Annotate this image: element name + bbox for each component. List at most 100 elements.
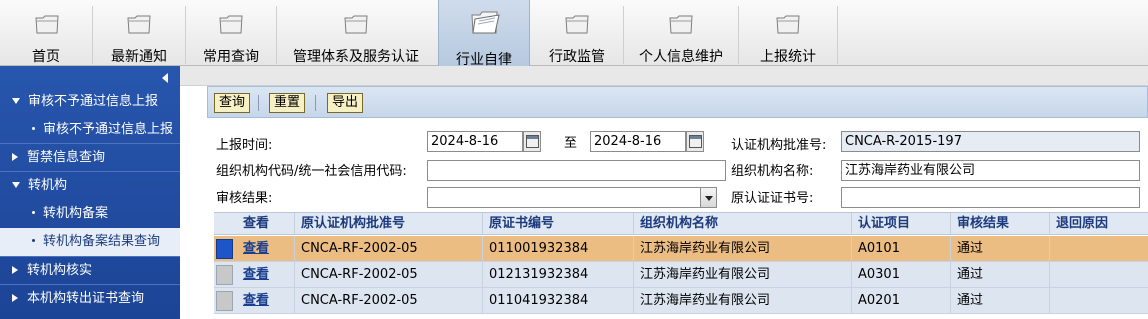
column-header[interactable]: 原证书编号 — [483, 213, 634, 235]
folder-icon — [127, 15, 151, 34]
cell-org-name: 江苏海岸药业有限公司 — [634, 236, 852, 261]
nav-latest-notices[interactable]: 最新通知 — [93, 0, 185, 66]
cell-project: A0301 — [852, 262, 951, 287]
review-result-select[interactable] — [427, 187, 702, 208]
sidebar-group-outgoing-cert-query[interactable]: 本机构转出证书查询 — [0, 285, 180, 313]
cell-reason — [1050, 262, 1148, 287]
results-grid: 查看 原认证机构批准号 原证书编号 组织机构名称 认证项目 审核结果 退回原因 … — [214, 212, 1148, 319]
nav-personal-info[interactable]: 个人信息维护 — [624, 0, 738, 66]
folder-icon — [776, 15, 800, 34]
cell-orig-approval: CNCA-RF-2002-05 — [295, 288, 483, 313]
date-from-input[interactable]: 2024-8-16 — [427, 131, 523, 152]
cell-cert-no: 012131932384 — [483, 262, 634, 287]
calendar-icon — [689, 135, 702, 148]
cell-reason — [1050, 236, 1148, 261]
sidebar-item-label: 转机构备案 — [43, 206, 109, 221]
date-from-calendar-button[interactable] — [523, 131, 541, 152]
sidebar-item-label: 转机构核实 — [27, 263, 93, 278]
row-selector[interactable] — [216, 239, 233, 259]
nav-common-query[interactable]: 常用查询 — [186, 0, 276, 66]
folder-icon — [344, 15, 368, 34]
view-link[interactable]: 查看 — [237, 262, 295, 287]
grid-header: 查看 原认证机构批准号 原证书编号 组织机构名称 认证项目 审核结果 退回原因 — [214, 212, 1148, 235]
org-name-label: 组织机构名称: — [731, 164, 814, 179]
nav-label: 最新通知 — [111, 49, 167, 65]
folder-open-icon — [471, 11, 500, 34]
collapsed-triangle-icon — [12, 153, 18, 161]
sidebar-group-transfer-verify[interactable]: 转机构核实 — [0, 257, 180, 285]
column-header[interactable]: 退回原因 — [1050, 213, 1148, 235]
approval-no-label: 认证机构批准号: — [731, 138, 827, 153]
sidebar-item-transfer-filing[interactable]: 转机构备案 — [0, 200, 180, 228]
column-header[interactable]: 组织机构名称 — [634, 213, 852, 235]
nav-label: 首页 — [32, 49, 60, 65]
folder-icon — [35, 15, 59, 34]
cell-cert-no: 011001932384 — [483, 236, 634, 261]
cell-result: 通过 — [951, 236, 1050, 261]
query-button[interactable]: 查询 — [214, 93, 251, 113]
folder-icon — [219, 15, 243, 34]
sidebar-item-label: 审核不予通过信息上报 — [43, 122, 174, 137]
column-header[interactable]: 认证项目 — [852, 213, 951, 235]
sidebar-group-suspension-query[interactable]: 暂禁信息查询 — [0, 144, 180, 172]
date-to-input[interactable]: 2024-8-16 — [590, 131, 686, 152]
review-result-label: 审核结果: — [216, 191, 273, 206]
sidebar-item-label: 本机构转出证书查询 — [27, 291, 145, 306]
folder-icon — [669, 15, 693, 34]
reset-button[interactable]: 重置 — [269, 93, 306, 113]
sidebar-item-review-reject-report[interactable]: 审核不予通过信息上报 — [0, 116, 180, 144]
top-navigation: 首页 最新通知 常用查询 管理体系及服务认证 行业自律 行政监管 个人信息维护 … — [0, 0, 1148, 68]
nav-home[interactable]: 首页 — [0, 0, 92, 66]
bullet-icon — [32, 239, 35, 242]
org-name-input[interactable]: 江苏海岸药业有限公司 — [841, 160, 1140, 181]
table-row[interactable]: 查看 CNCA-RF-2002-05 011041932384 江苏海岸药业有限… — [214, 288, 1148, 314]
toolbar-strip — [180, 66, 1148, 86]
row-selector[interactable] — [216, 265, 233, 285]
cell-reason — [1050, 288, 1148, 313]
bullet-icon — [32, 127, 35, 130]
cell-org-name: 江苏海岸药业有限公司 — [634, 288, 852, 313]
cell-orig-approval: CNCA-RF-2002-05 — [295, 262, 483, 287]
view-link[interactable]: 查看 — [237, 288, 295, 313]
to-label: 至 — [564, 136, 578, 151]
main-content: 查询 重置 导出 上报时间: 2024-8-16 至 2024-8-16 认证机… — [180, 66, 1148, 319]
column-header[interactable]: 审核结果 — [951, 213, 1050, 235]
table-row[interactable]: 查看 CNCA-RF-2002-05 012131932384 江苏海岸药业有限… — [214, 262, 1148, 288]
sidebar-item-label: 审核不予通过信息上报 — [28, 94, 159, 109]
cell-result: 通过 — [951, 262, 1050, 287]
dropdown-arrow-icon[interactable] — [700, 187, 717, 208]
expanded-triangle-icon — [12, 182, 20, 188]
sidebar-group-review-reject[interactable]: 审核不予通过信息上报 — [0, 88, 180, 116]
nav-admin-supervision[interactable]: 行政监管 — [531, 0, 623, 66]
sidebar-item-label: 暂禁信息查询 — [27, 150, 106, 165]
orig-cert-no-input[interactable] — [841, 187, 1140, 208]
org-code-input[interactable] — [427, 160, 726, 181]
nav-management-certification[interactable]: 管理体系及服务认证 — [277, 0, 435, 66]
sidebar-group-transfer-org[interactable]: 转机构 — [0, 172, 180, 200]
export-button[interactable]: 导出 — [327, 93, 364, 113]
cell-org-name: 江苏海岸药业有限公司 — [634, 262, 852, 287]
orig-cert-no-label: 原认证证书号: — [731, 191, 814, 206]
column-header[interactable]: 原认证机构批准号 — [295, 213, 483, 235]
sidebar-item-transfer-filing-result-query[interactable]: 转机构备案结果查询 — [0, 228, 180, 256]
folder-icon — [565, 15, 589, 34]
sidebar-item-label: 转机构 — [28, 178, 68, 193]
column-header[interactable]: 查看 — [237, 213, 295, 235]
nav-label: 个人信息维护 — [639, 49, 723, 65]
sidebar: 审核不予通过信息上报 审核不予通过信息上报 暂禁信息查询 转机构 转机构备案 转… — [0, 66, 180, 319]
sidebar-item-label: 转机构备案结果查询 — [43, 234, 161, 249]
nav-label: 上报统计 — [760, 49, 816, 65]
date-to-calendar-button[interactable] — [686, 131, 704, 152]
collapse-sidebar-icon[interactable] — [162, 73, 168, 83]
cell-project: A0101 — [852, 236, 951, 261]
table-row[interactable]: 查看 CNCA-RF-2002-05 011001932384 江苏海岸药业有限… — [214, 236, 1148, 262]
nav-report-statistics[interactable]: 上报统计 — [739, 0, 837, 66]
view-link[interactable]: 查看 — [237, 236, 295, 261]
report-time-label: 上报时间: — [216, 138, 273, 153]
nav-label: 管理体系及服务认证 — [293, 49, 419, 65]
approval-no-field: CNCA-R-2015-197 — [841, 131, 1140, 152]
row-selector[interactable] — [216, 291, 233, 311]
nav-industry-self-discipline[interactable]: 行业自律 — [438, 0, 530, 68]
nav-label: 行政监管 — [549, 49, 605, 65]
cell-project: A0201 — [852, 288, 951, 313]
